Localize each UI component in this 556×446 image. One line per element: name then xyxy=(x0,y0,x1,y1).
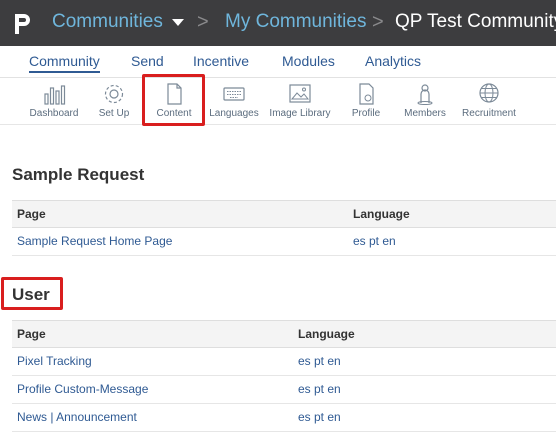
profile-doc-icon xyxy=(359,83,374,105)
breadcrumb-current-community: QP Test Community xyxy=(395,11,556,32)
section-title-sample-request: Sample Request xyxy=(12,165,145,184)
sample-request-table: Page Language Sample Request Home Page e… xyxy=(12,200,556,256)
top-nav-bar: Communities > My Communities > QP Test C… xyxy=(0,0,556,46)
toolbar-setup[interactable]: Set Up xyxy=(92,78,136,124)
toolbar-label: Dashboard xyxy=(29,108,79,119)
tab-community[interactable]: Community xyxy=(29,53,100,73)
caret-down-icon[interactable] xyxy=(171,18,184,26)
user-highlight-box xyxy=(1,277,63,310)
breadcrumb-my-communities[interactable]: My Communities xyxy=(225,11,366,33)
page-link[interactable]: Profile Custom-Message xyxy=(17,382,148,396)
column-header-language: Language xyxy=(298,327,355,341)
column-header-page: Page xyxy=(17,207,46,221)
page-link[interactable]: News | Announcement xyxy=(17,410,137,424)
tab-incentive[interactable]: Incentive xyxy=(193,53,249,69)
language-links[interactable]: es pt en xyxy=(353,234,396,248)
page-link[interactable]: Pixel Tracking xyxy=(17,354,92,368)
table-row: News | Announcement es pt en xyxy=(12,404,556,432)
globe-icon xyxy=(479,83,499,103)
p-logo-icon[interactable] xyxy=(12,12,32,36)
breadcrumb-separator: > xyxy=(197,11,209,33)
main-tabs: Community Send Incentive Modules Analyti… xyxy=(0,46,556,78)
column-header-page: Page xyxy=(17,327,46,341)
tab-modules[interactable]: Modules xyxy=(282,53,335,69)
content-highlight-box xyxy=(142,74,205,126)
user-table: Page Language Pixel Tracking es pt en Pr… xyxy=(12,320,556,432)
table-row: Pixel Tracking es pt en xyxy=(12,348,556,376)
tab-send[interactable]: Send xyxy=(131,53,164,69)
toolbar-dashboard[interactable]: Dashboard xyxy=(25,78,83,124)
table-row: Profile Custom-Message es pt en xyxy=(12,376,556,404)
toolbar-languages[interactable]: Languages xyxy=(207,78,261,124)
toolbar-label: Recruitment xyxy=(462,108,516,119)
toolbar-profile[interactable]: Profile xyxy=(346,78,386,124)
person-icon xyxy=(417,84,433,105)
toolbar-label: Members xyxy=(404,108,446,119)
language-links[interactable]: es pt en xyxy=(298,354,341,368)
table-header: Page Language xyxy=(12,200,556,228)
bar-chart-icon xyxy=(44,85,66,105)
language-links[interactable]: es pt en xyxy=(298,410,341,424)
toolbar-members[interactable]: Members xyxy=(401,78,449,124)
community-toolbar: Dashboard Set Up Content Languages Image… xyxy=(0,78,556,125)
toolbar-label: Set Up xyxy=(98,108,130,119)
page-link[interactable]: Sample Request Home Page xyxy=(17,234,172,248)
table-header: Page Language xyxy=(12,320,556,348)
breadcrumb-communities[interactable]: Communities xyxy=(52,11,184,33)
keyboard-icon xyxy=(223,87,245,101)
toolbar-label: Profile xyxy=(351,108,381,119)
image-icon xyxy=(289,84,311,103)
toolbar-label: Image Library xyxy=(269,108,331,119)
toolbar-label: Languages xyxy=(209,108,259,119)
toolbar-recruitment[interactable]: Recruitment xyxy=(459,78,519,124)
language-links[interactable]: es pt en xyxy=(298,382,341,396)
tab-analytics[interactable]: Analytics xyxy=(365,53,421,69)
breadcrumb-communities-label[interactable]: Communities xyxy=(52,11,163,33)
breadcrumb-separator: > xyxy=(372,11,384,33)
gear-icon xyxy=(104,84,124,104)
column-header-language: Language xyxy=(353,207,410,221)
table-row: Sample Request Home Page es pt en xyxy=(12,228,556,256)
toolbar-image-library[interactable]: Image Library xyxy=(266,78,334,124)
